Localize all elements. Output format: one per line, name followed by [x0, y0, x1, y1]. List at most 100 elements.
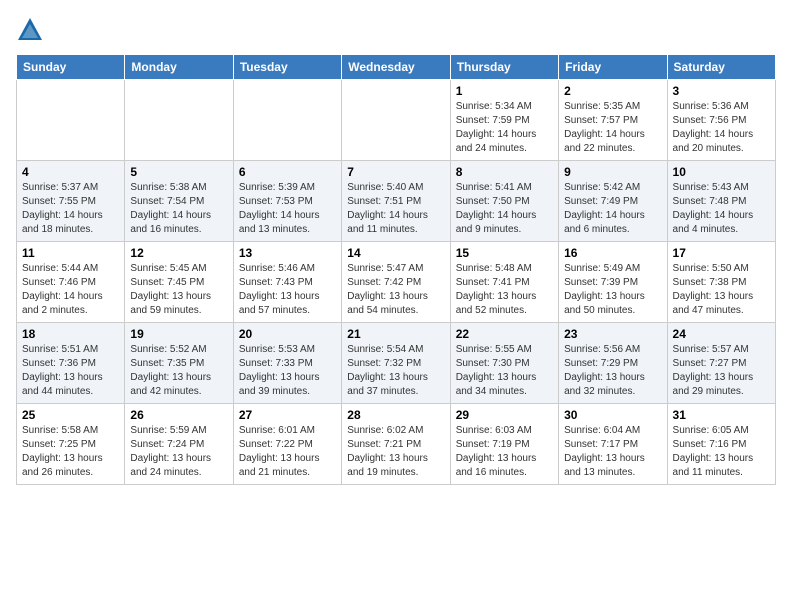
- calendar-week-row: 1 Sunrise: 5:34 AM Sunset: 7:59 PM Daylig…: [17, 80, 776, 161]
- day-number: 4: [22, 165, 119, 179]
- calendar-cell: 10Sunrise: 5:43 AM Sunset: 7:48 PM Dayli…: [667, 161, 775, 242]
- calendar-cell: 6 Sunrise: 5:39 AM Sunset: 7:53 PM Daylig…: [233, 161, 341, 242]
- calendar-week-row: 11 Sunrise: 5:44 AM Sunset: 7:46 PM Dayli…: [17, 242, 776, 323]
- day-content: Sunrise: 5:53 AM Sunset: 7:33 PM Dayligh…: [239, 343, 336, 399]
- calendar-cell: 7Sunrise: 5:40 AM Sunset: 7:51 PM Daylig…: [342, 161, 450, 242]
- day-content: Sunrise: 5:36 AM Sunset: 7:56 PM Dayligh…: [673, 100, 770, 156]
- page-header: [16, 16, 776, 44]
- day-content: Sunrise: 5:52 AM Sunset: 7:35 PM Dayligh…: [130, 343, 227, 399]
- calendar-cell: [233, 80, 341, 161]
- day-number: 30: [564, 408, 661, 422]
- day-number: 26: [130, 408, 227, 422]
- day-number: 19: [130, 327, 227, 341]
- day-content: Sunrise: 5:51 AM Sunset: 7:36 PM Dayligh…: [22, 343, 119, 399]
- day-content: Sunrise: 6:03 AM Sunset: 7:19 PM Dayligh…: [456, 424, 553, 480]
- calendar-cell: 25Sunrise: 5:58 AM Sunset: 7:25 PM Dayli…: [17, 404, 125, 485]
- day-number: 7: [347, 165, 444, 179]
- day-content: Sunrise: 5:49 AM Sunset: 7:39 PM Dayligh…: [564, 262, 661, 318]
- day-content: Sunrise: 5:59 AM Sunset: 7:24 PM Dayligh…: [130, 424, 227, 480]
- day-number: 18: [22, 327, 119, 341]
- calendar-cell: 12 Sunrise: 5:45 AM Sunset: 7:45 PM Dayli…: [125, 242, 233, 323]
- day-content: Sunrise: 5:42 AM Sunset: 7:49 PM Dayligh…: [564, 181, 661, 237]
- column-header-sunday: Sunday: [17, 55, 125, 80]
- day-number: 1: [456, 84, 553, 98]
- day-number: 29: [456, 408, 553, 422]
- day-number: 17: [673, 246, 770, 260]
- column-header-tuesday: Tuesday: [233, 55, 341, 80]
- day-content: Sunrise: 5:43 AM Sunset: 7:48 PM Dayligh…: [673, 181, 770, 237]
- calendar-cell: 11 Sunrise: 5:44 AM Sunset: 7:46 PM Dayli…: [17, 242, 125, 323]
- column-header-wednesday: Wednesday: [342, 55, 450, 80]
- day-content: Sunrise: 5:34 AM Sunset: 7:59 PM Dayligh…: [456, 100, 553, 156]
- day-content: Sunrise: 5:57 AM Sunset: 7:27 PM Dayligh…: [673, 343, 770, 399]
- day-content: Sunrise: 5:55 AM Sunset: 7:30 PM Dayligh…: [456, 343, 553, 399]
- calendar-cell: 1 Sunrise: 5:34 AM Sunset: 7:59 PM Daylig…: [450, 80, 558, 161]
- calendar-week-row: 18 Sunrise: 5:51 AM Sunset: 7:36 PM Dayli…: [17, 323, 776, 404]
- calendar-cell: 24 Sunrise: 5:57 AM Sunset: 7:27 PM Dayli…: [667, 323, 775, 404]
- day-number: 5: [130, 165, 227, 179]
- calendar-cell: 23Sunrise: 5:56 AM Sunset: 7:29 PM Dayli…: [559, 323, 667, 404]
- day-content: Sunrise: 5:47 AM Sunset: 7:42 PM Dayligh…: [347, 262, 444, 318]
- calendar-cell: 8 Sunrise: 5:41 AM Sunset: 7:50 PM Daylig…: [450, 161, 558, 242]
- day-number: 14: [347, 246, 444, 260]
- day-content: Sunrise: 5:38 AM Sunset: 7:54 PM Dayligh…: [130, 181, 227, 237]
- calendar-cell: 9 Sunrise: 5:42 AM Sunset: 7:49 PM Daylig…: [559, 161, 667, 242]
- calendar-cell: 26 Sunrise: 5:59 AM Sunset: 7:24 PM Dayli…: [125, 404, 233, 485]
- calendar-cell: 30Sunrise: 6:04 AM Sunset: 7:17 PM Dayli…: [559, 404, 667, 485]
- day-number: 13: [239, 246, 336, 260]
- calendar-cell: 4 Sunrise: 5:37 AM Sunset: 7:55 PM Daylig…: [17, 161, 125, 242]
- day-number: 31: [673, 408, 770, 422]
- day-number: 28: [347, 408, 444, 422]
- calendar-cell: 15 Sunrise: 5:48 AM Sunset: 7:41 PM Dayli…: [450, 242, 558, 323]
- day-number: 27: [239, 408, 336, 422]
- day-content: Sunrise: 5:44 AM Sunset: 7:46 PM Dayligh…: [22, 262, 119, 318]
- calendar-cell: 20 Sunrise: 5:53 AM Sunset: 7:33 PM Dayli…: [233, 323, 341, 404]
- day-number: 22: [456, 327, 553, 341]
- calendar-table: SundayMondayTuesdayWednesdayThursdayFrid…: [16, 54, 776, 485]
- column-header-friday: Friday: [559, 55, 667, 80]
- day-number: 25: [22, 408, 119, 422]
- day-number: 12: [130, 246, 227, 260]
- day-content: Sunrise: 5:41 AM Sunset: 7:50 PM Dayligh…: [456, 181, 553, 237]
- day-number: 9: [564, 165, 661, 179]
- day-number: 11: [22, 246, 119, 260]
- day-content: Sunrise: 5:39 AM Sunset: 7:53 PM Dayligh…: [239, 181, 336, 237]
- logo: [16, 16, 46, 44]
- day-content: Sunrise: 6:05 AM Sunset: 7:16 PM Dayligh…: [673, 424, 770, 480]
- calendar-cell: [125, 80, 233, 161]
- calendar-cell: 29 Sunrise: 6:03 AM Sunset: 7:19 PM Dayli…: [450, 404, 558, 485]
- calendar-cell: 17 Sunrise: 5:50 AM Sunset: 7:38 PM Dayli…: [667, 242, 775, 323]
- calendar-week-row: 25Sunrise: 5:58 AM Sunset: 7:25 PM Dayli…: [17, 404, 776, 485]
- day-number: 24: [673, 327, 770, 341]
- day-content: Sunrise: 5:35 AM Sunset: 7:57 PM Dayligh…: [564, 100, 661, 156]
- day-content: Sunrise: 5:37 AM Sunset: 7:55 PM Dayligh…: [22, 181, 119, 237]
- calendar-cell: 27 Sunrise: 6:01 AM Sunset: 7:22 PM Dayli…: [233, 404, 341, 485]
- calendar-cell: [17, 80, 125, 161]
- calendar-cell: 2 Sunrise: 5:35 AM Sunset: 7:57 PM Daylig…: [559, 80, 667, 161]
- calendar-cell: 13 Sunrise: 5:46 AM Sunset: 7:43 PM Dayli…: [233, 242, 341, 323]
- day-number: 15: [456, 246, 553, 260]
- calendar-cell: 3Sunrise: 5:36 AM Sunset: 7:56 PM Daylig…: [667, 80, 775, 161]
- day-number: 8: [456, 165, 553, 179]
- column-header-saturday: Saturday: [667, 55, 775, 80]
- calendar-cell: 28 Sunrise: 6:02 AM Sunset: 7:21 PM Dayli…: [342, 404, 450, 485]
- day-number: 6: [239, 165, 336, 179]
- calendar-cell: 14 Sunrise: 5:47 AM Sunset: 7:42 PM Dayli…: [342, 242, 450, 323]
- calendar-cell: 21Sunrise: 5:54 AM Sunset: 7:32 PM Dayli…: [342, 323, 450, 404]
- logo-icon: [16, 16, 44, 44]
- calendar-cell: 31 Sunrise: 6:05 AM Sunset: 7:16 PM Dayli…: [667, 404, 775, 485]
- day-number: 16: [564, 246, 661, 260]
- calendar-cell: 16 Sunrise: 5:49 AM Sunset: 7:39 PM Dayli…: [559, 242, 667, 323]
- day-content: Sunrise: 5:46 AM Sunset: 7:43 PM Dayligh…: [239, 262, 336, 318]
- calendar-cell: 18 Sunrise: 5:51 AM Sunset: 7:36 PM Dayli…: [17, 323, 125, 404]
- day-content: Sunrise: 6:01 AM Sunset: 7:22 PM Dayligh…: [239, 424, 336, 480]
- day-content: Sunrise: 5:50 AM Sunset: 7:38 PM Dayligh…: [673, 262, 770, 318]
- day-number: 2: [564, 84, 661, 98]
- day-content: Sunrise: 5:45 AM Sunset: 7:45 PM Dayligh…: [130, 262, 227, 318]
- day-number: 20: [239, 327, 336, 341]
- day-number: 23: [564, 327, 661, 341]
- day-content: Sunrise: 5:48 AM Sunset: 7:41 PM Dayligh…: [456, 262, 553, 318]
- calendar-cell: 22 Sunrise: 5:55 AM Sunset: 7:30 PM Dayli…: [450, 323, 558, 404]
- day-content: Sunrise: 6:02 AM Sunset: 7:21 PM Dayligh…: [347, 424, 444, 480]
- calendar-cell: 19 Sunrise: 5:52 AM Sunset: 7:35 PM Dayli…: [125, 323, 233, 404]
